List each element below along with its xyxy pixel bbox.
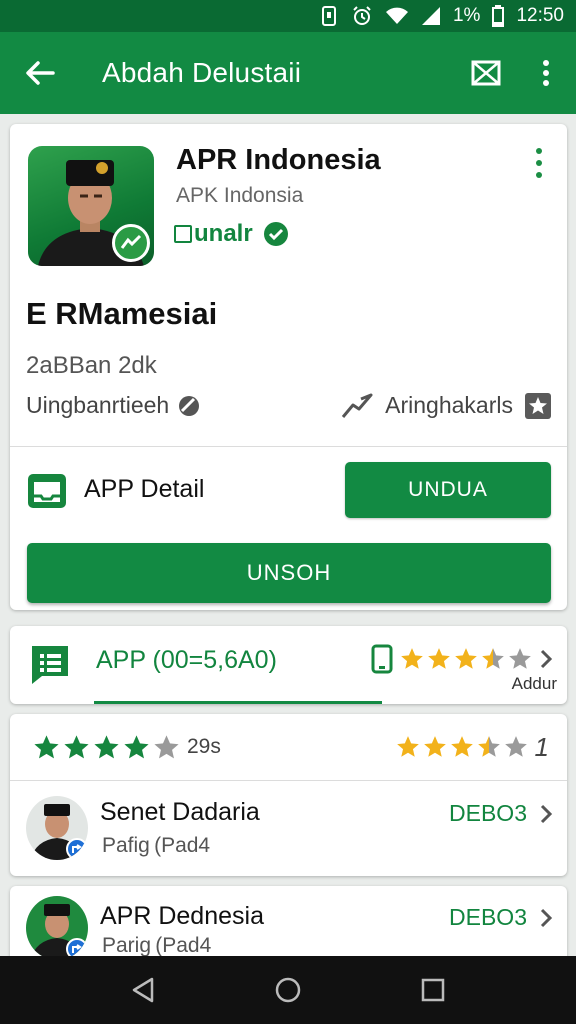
wifi-icon <box>385 6 409 26</box>
list-item-action[interactable]: DEBO3 <box>449 904 553 931</box>
tab-app[interactable]: APP (00=5,6A0) <box>96 646 277 675</box>
tab-rating-stars <box>399 646 533 672</box>
summary-stars <box>395 734 529 760</box>
phone-icon <box>371 644 393 674</box>
app-name: APR Indonesia <box>176 144 381 176</box>
list-item-subtitle: Parig (Pad4 <box>102 934 212 957</box>
meta-right: Aringhakarls <box>341 392 551 419</box>
star-box-icon <box>525 392 551 419</box>
app-detail-label: APP Detail <box>84 474 205 503</box>
app-info-card: APR Indonesia APK Indonsia unalr E RMame… <box>10 124 567 610</box>
triangle-back-icon <box>132 977 153 1003</box>
chevron-right-icon <box>540 908 553 927</box>
nav-home-button[interactable] <box>258 960 318 1020</box>
app-bar: Abdah Delustaii <box>0 32 576 114</box>
alarm-icon <box>351 5 373 27</box>
star-icon <box>482 648 504 669</box>
avatar <box>26 796 88 860</box>
nav-back-button[interactable] <box>113 960 173 1020</box>
send-arrow-icon <box>342 393 373 418</box>
summary-value: 1 <box>534 731 549 762</box>
star-icon <box>455 648 477 669</box>
primary-action-button[interactable]: UNSOH <box>27 543 551 603</box>
bookmark-x-icon <box>471 60 501 86</box>
clock: 12:50 <box>516 5 564 26</box>
star-icon <box>64 734 89 758</box>
star-icon <box>423 736 446 757</box>
download-button[interactable]: UNDUA <box>345 462 551 518</box>
star-icon <box>401 648 423 669</box>
star-icon <box>450 736 473 757</box>
app-heading: E RMamesiai <box>26 296 218 331</box>
rating-count: 29s <box>187 735 221 758</box>
vibrate-icon <box>319 5 339 27</box>
verified-label: unalr <box>174 220 253 248</box>
meta-left: Uingbanrtieeh <box>26 392 201 419</box>
overflow-menu-button[interactable] <box>516 32 576 114</box>
chevron-right-icon <box>540 804 553 823</box>
star-icon <box>154 734 179 758</box>
star-icon <box>396 736 419 757</box>
square-icon <box>174 225 192 243</box>
back-button[interactable] <box>0 32 80 114</box>
back-arrow-icon <box>26 61 55 85</box>
tab-right-controls[interactable] <box>371 644 553 674</box>
star-icon <box>428 648 450 669</box>
share-badge-icon <box>66 838 88 860</box>
list-item[interactable]: Senet Dadaria Pafig (Pad4 DEBO3 <box>10 784 567 876</box>
app-tab-card: APP (00=5,6A0) Addur <box>10 626 567 704</box>
nav-recents-button[interactable] <box>403 960 463 1020</box>
list-item-title: Senet Dadaria <box>100 798 260 826</box>
chevron-right-icon <box>540 649 553 669</box>
reviews-card: 29s 1 Senet Dadaria Pafig (Pad4 DEBO3 <box>10 714 567 876</box>
list-chat-icon <box>28 642 72 691</box>
star-icon <box>94 734 119 758</box>
divider <box>10 446 567 447</box>
status-bar: 1% 12:50 <box>0 0 576 32</box>
star-icon <box>34 734 59 758</box>
star-icon <box>124 734 149 758</box>
signal-icon <box>421 6 441 26</box>
size-info: 2aBBan 2dk <box>26 352 157 379</box>
app-detail-row[interactable]: APP Detail <box>26 468 204 510</box>
star-icon <box>509 648 531 669</box>
avatar <box>26 896 88 960</box>
star-icon <box>477 736 500 757</box>
tab-caption: Addur <box>511 674 557 693</box>
messenger-badge-icon <box>112 224 150 262</box>
circle-home-icon <box>275 977 301 1003</box>
blocked-icon <box>179 395 200 416</box>
page-title: Abdah Delustaii <box>102 57 302 88</box>
square-recents-icon <box>422 978 445 1002</box>
battery-icon <box>492 5 505 27</box>
verified-row: unalr <box>174 220 289 248</box>
battery-percent: 1% <box>452 5 481 26</box>
verified-check-icon <box>263 222 288 246</box>
star-icon <box>504 736 527 757</box>
tab-indicator <box>94 701 382 704</box>
rating-row: 29s 1 <box>10 714 567 780</box>
divider <box>10 780 567 781</box>
list-item-action[interactable]: DEBO3 <box>449 800 553 827</box>
rating-summary: 1 <box>395 732 549 763</box>
card-menu-button[interactable] <box>529 148 549 178</box>
app-icon <box>28 146 154 266</box>
bookmark-button[interactable] <box>456 32 516 114</box>
list-item-title: APR Dednesia <box>100 902 264 930</box>
inbox-icon <box>28 474 66 508</box>
more-vert-icon <box>543 60 549 86</box>
list-item-subtitle: Pafig (Pad4 <box>102 834 211 857</box>
rating-stars <box>32 733 181 762</box>
navigation-bar <box>0 956 576 1024</box>
app-subtitle: APK Indonsia <box>176 184 304 207</box>
